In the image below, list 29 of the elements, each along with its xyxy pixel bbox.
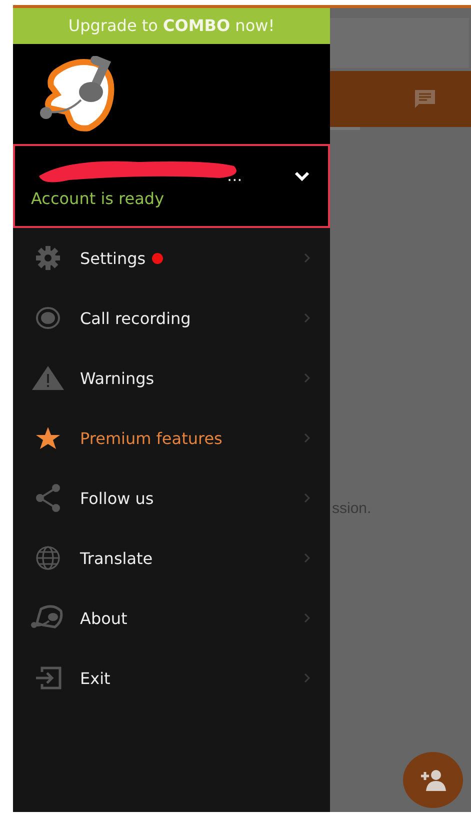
add-person-icon: [419, 769, 447, 791]
chevron-right-icon: [304, 673, 310, 683]
menu-item[interactable]: Follow us: [13, 468, 330, 528]
headset-icon: [30, 605, 64, 631]
chevron-right-icon: [304, 253, 310, 263]
chevron-right-icon: [304, 373, 310, 383]
account-name: ...: [227, 166, 242, 185]
account-status: Account is ready: [31, 189, 166, 208]
menu-item[interactable]: Settings: [13, 228, 330, 288]
account-switcher[interactable]: ... Account is ready: [13, 144, 330, 228]
gear-icon: [34, 245, 60, 271]
chevron-right-icon: [304, 493, 310, 503]
menu-item[interactable]: Warnings: [13, 348, 330, 408]
chevron-right-icon: [304, 433, 310, 443]
warning-icon: [30, 365, 64, 391]
chevron-right-icon: [304, 553, 310, 563]
chevron-right-icon: [304, 313, 310, 323]
menu-item[interactable]: Call recording: [13, 288, 330, 348]
star-icon: [36, 427, 60, 449]
share-icon: [34, 484, 62, 512]
record-icon: [34, 306, 60, 330]
globe-icon: [34, 545, 60, 571]
menu-item[interactable]: About: [13, 588, 330, 648]
exit-icon: [34, 666, 62, 690]
menu-item[interactable]: Exit: [13, 648, 330, 708]
chevron-icon[interactable]: [294, 170, 310, 180]
chevron-right-icon: [304, 613, 310, 623]
menu-item[interactable]: Translate: [13, 528, 330, 588]
menu-item[interactable]: Premium features: [13, 408, 330, 468]
